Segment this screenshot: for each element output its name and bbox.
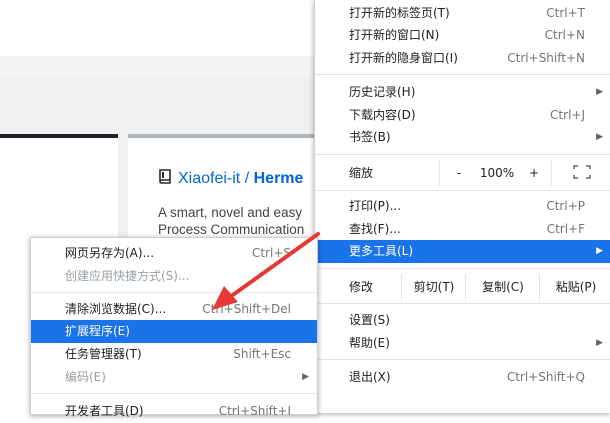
annotation-arrow-icon [212,232,320,310]
